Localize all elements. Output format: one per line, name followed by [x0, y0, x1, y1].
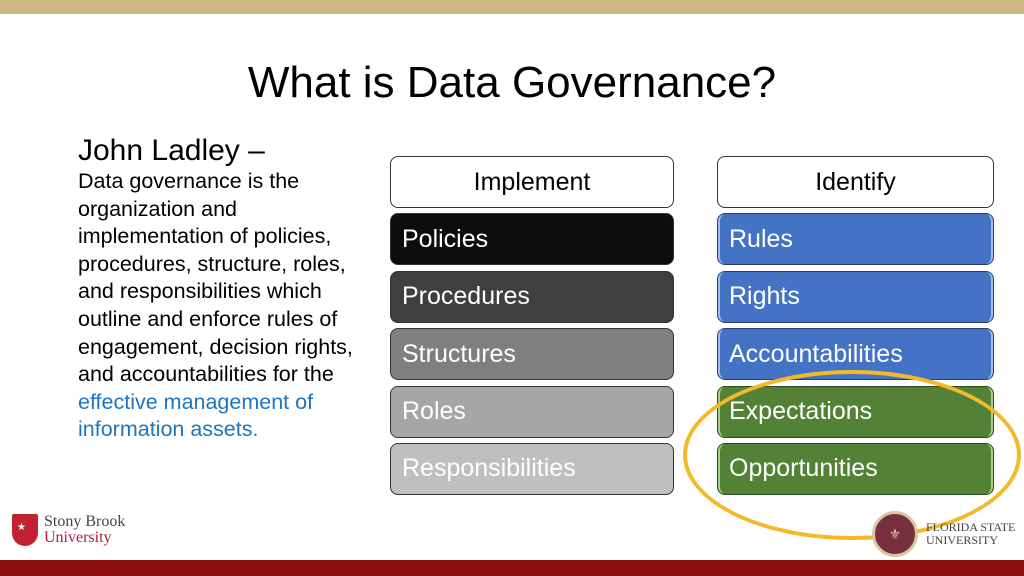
- identify-item-opportunities: Opportunities: [717, 442, 994, 495]
- fsu-name-line2: UNIVERSITY: [926, 533, 998, 547]
- identify-header: Identify: [717, 156, 994, 208]
- slide-title: What is Data Governance?: [247, 58, 777, 107]
- definition-body: Data governance is the organization and …: [78, 169, 353, 387]
- definition-highlight: effective management of information asse…: [78, 389, 314, 442]
- identify-item-rights: Rights: [717, 270, 994, 323]
- stony-brook-logo: ★ Stony Brook University: [12, 514, 125, 546]
- fsu-logo: ⚜ FLORIDA STATE UNIVERSITY: [872, 511, 1015, 557]
- sbu-name-line2: University: [44, 529, 112, 546]
- implement-item-procedures: Procedures: [390, 270, 674, 323]
- definition-block: John Ladley – Data governance is the org…: [78, 134, 368, 444]
- implement-item-roles: Roles: [390, 385, 674, 438]
- definition-text: Data governance is the organization and …: [78, 168, 368, 444]
- seal-icon: ⚜: [872, 511, 918, 557]
- identify-item-rules: Rules: [717, 213, 994, 266]
- bottom-accent-band: [0, 560, 1024, 576]
- shield-icon: ★: [12, 514, 38, 546]
- implement-column: Implement Policies Procedures Structures…: [390, 156, 674, 500]
- implement-item-structures: Structures: [390, 328, 674, 381]
- sbu-name-line1: Stony Brook: [44, 513, 126, 530]
- implement-header: Implement: [390, 156, 674, 208]
- top-accent-band: [0, 0, 1024, 14]
- implement-item-policies: Policies: [390, 213, 674, 266]
- identify-item-expectations: Expectations: [717, 385, 994, 438]
- author-name: John Ladley –: [78, 134, 265, 167]
- identify-column: Identify Rules Rights Accountabilities E…: [717, 156, 994, 500]
- implement-item-responsibilities: Responsibilities: [390, 442, 674, 495]
- identify-item-accountabilities: Accountabilities: [717, 328, 994, 381]
